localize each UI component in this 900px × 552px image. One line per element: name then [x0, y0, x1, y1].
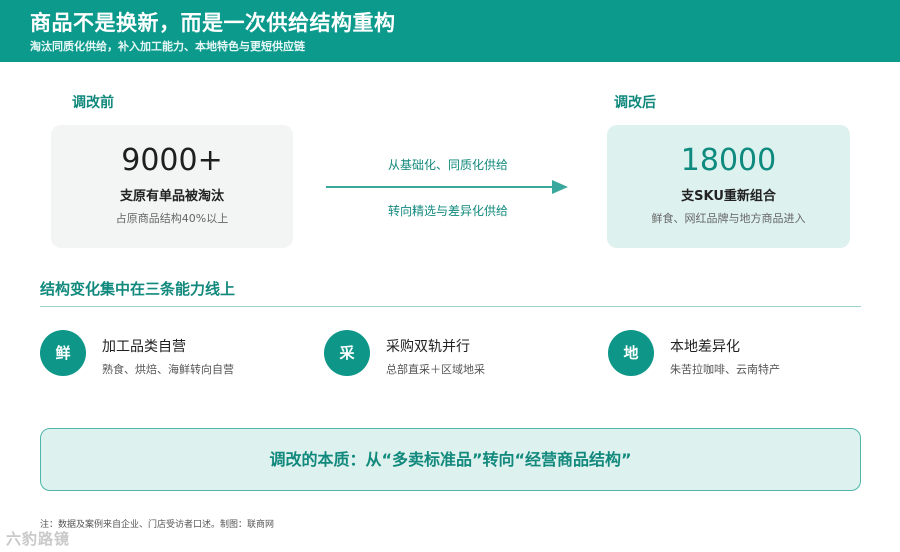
transition-from-text: 从基础化、同质化供给 [387, 158, 508, 172]
capability-desc: 总部直采＋区域地采 [386, 363, 485, 376]
section-divider [40, 306, 861, 307]
page-title: 商品不是换新，而是一次供给结构重构 [30, 11, 396, 35]
header-banner: 商品不是换新，而是一次供给结构重构 淘汰同质化供给，补入加工能力、本地特色与更短… [0, 0, 900, 62]
local-badge-icon: 地 [608, 330, 654, 376]
capability-item-fresh: 鲜 加工品类自营 熟食、烘焙、海鲜转向自营 [40, 330, 300, 378]
procurement-badge-icon: 采 [324, 330, 370, 376]
right-arrow-icon [326, 180, 568, 194]
capability-desc: 熟食、烘焙、海鲜转向自营 [102, 363, 234, 376]
after-label: 调改后 [614, 95, 656, 111]
capabilities-title: 结构变化集中在三条能力线上 [40, 280, 236, 298]
before-label: 调改前 [72, 95, 114, 111]
footnote: 注：数据及案例来自企业、门店受访者口述。制图：联商网 [40, 520, 275, 530]
after-number: 18000 [680, 143, 777, 178]
before-main-text: 支原有单品被淘汰 [119, 189, 224, 204]
page-subtitle: 淘汰同质化供给，补入加工能力、本地特色与更短供应链 [30, 40, 305, 53]
before-card: 9000+ 支原有单品被淘汰 占原商品结构40%以上 [51, 125, 293, 248]
essence-banner: 调改的本质：从“多卖标准品”转向“经营商品结构” [40, 428, 861, 491]
watermark-logo: 六豹路镜 [6, 530, 71, 548]
before-number: 9000+ [121, 143, 223, 178]
capability-item-procurement: 采 采购双轨并行 总部直采＋区域地采 [324, 330, 584, 378]
capability-desc: 朱苦拉咖啡、云南特产 [670, 363, 780, 376]
capability-title: 加工品类自营 [102, 339, 186, 355]
capability-title: 本地差异化 [670, 339, 740, 355]
after-card: 18000 支SKU重新组合 鲜食、网红品牌与地方商品进入 [607, 125, 850, 248]
fresh-badge-icon: 鲜 [40, 330, 86, 376]
after-sub-text: 鲜食、网红品牌与地方商品进入 [651, 212, 806, 225]
capability-title: 采购双轨并行 [386, 339, 470, 355]
after-main-text: 支SKU重新组合 [681, 189, 776, 204]
transition-to-text: 转向精选与差异化供给 [387, 204, 508, 218]
before-sub-text: 占原商品结构40%以上 [115, 212, 229, 225]
capability-item-local: 地 本地差异化 朱苦拉咖啡、云南特产 [608, 330, 868, 378]
